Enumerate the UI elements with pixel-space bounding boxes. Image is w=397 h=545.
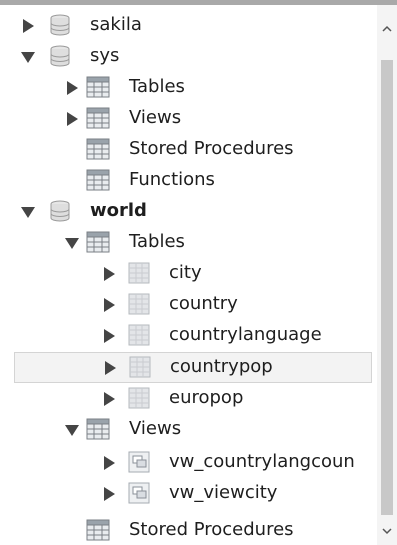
scroll-up-arrow-icon[interactable] (381, 23, 393, 35)
table-icon (129, 356, 151, 378)
table-label: countrypop (170, 356, 273, 377)
table-node[interactable]: europop (0, 383, 377, 414)
vertical-scrollbar[interactable] (377, 5, 397, 545)
sys-stored-procedures-node[interactable]: Stored Procedures (0, 134, 377, 165)
view-icon (128, 482, 150, 504)
expand-arrow-icon[interactable] (102, 329, 116, 343)
folder-grid-icon (86, 138, 110, 160)
collapse-arrow-icon[interactable] (65, 236, 79, 250)
schema-node-world[interactable]: world (0, 196, 377, 227)
folder-label: Stored Procedures (129, 519, 294, 540)
collapse-arrow-icon[interactable] (21, 50, 35, 64)
table-label: country (169, 293, 238, 314)
view-icon (128, 451, 150, 473)
schema-node-sakila[interactable]: sakila (0, 10, 377, 41)
database-icon (50, 200, 70, 222)
folder-grid-icon (86, 519, 110, 541)
schema-label-world: world (90, 200, 147, 221)
table-node[interactable]: countrylanguage (0, 320, 377, 351)
sys-functions-node[interactable]: Functions (0, 165, 377, 196)
view-node[interactable]: vw_viewcity (0, 478, 377, 509)
collapse-arrow-icon[interactable] (65, 423, 79, 437)
table-label: europop (169, 387, 244, 408)
table-label: city (169, 262, 202, 283)
table-icon (128, 387, 150, 409)
expand-arrow-icon[interactable] (103, 361, 117, 375)
schema-tree[interactable]: sakila sys Tables Views Stored Procedure… (0, 5, 377, 545)
view-label: vw_viewcity (169, 482, 278, 503)
table-icon (128, 293, 150, 315)
expand-arrow-icon[interactable] (65, 81, 79, 95)
scroll-down-arrow-icon[interactable] (381, 525, 393, 537)
expand-arrow-icon[interactable] (102, 456, 116, 470)
folder-label: Tables (129, 76, 185, 97)
expand-arrow-icon[interactable] (21, 19, 35, 33)
world-views-node[interactable]: Views (0, 414, 377, 445)
database-icon (50, 14, 70, 36)
table-node[interactable]: country (0, 289, 377, 320)
sys-views-node[interactable]: Views (0, 103, 377, 134)
view-label: vw_countrylangcoun (169, 451, 355, 472)
schema-node-sys[interactable]: sys (0, 41, 377, 72)
expand-arrow-icon[interactable] (102, 267, 116, 281)
table-label: countrylanguage (169, 324, 322, 345)
folder-grid-icon (86, 76, 110, 98)
folder-grid-icon (86, 107, 110, 129)
folder-label: Stored Procedures (129, 138, 294, 159)
folder-label: Tables (129, 231, 185, 252)
collapse-arrow-icon[interactable] (21, 205, 35, 219)
table-node-highlighted[interactable]: countrypop (14, 352, 372, 383)
folder-grid-icon (86, 418, 110, 440)
expand-arrow-icon[interactable] (102, 298, 116, 312)
table-icon (128, 324, 150, 346)
expand-arrow-icon[interactable] (102, 392, 116, 406)
view-node[interactable]: vw_countrylangcoun (0, 447, 377, 478)
schema-label-sys: sys (90, 45, 120, 66)
expand-arrow-icon[interactable] (102, 487, 116, 501)
sys-tables-node[interactable]: Tables (0, 72, 377, 103)
folder-label: Views (129, 418, 182, 439)
folder-grid-icon (86, 231, 110, 253)
folder-label: Functions (129, 169, 215, 190)
table-icon (128, 262, 150, 284)
database-icon (50, 45, 70, 67)
folder-label: Views (129, 107, 182, 128)
folder-grid-icon (86, 169, 110, 191)
scrollbar-thumb[interactable] (381, 60, 393, 515)
expand-arrow-icon[interactable] (65, 112, 79, 126)
world-tables-node[interactable]: Tables (0, 227, 377, 258)
schema-label-sakila: sakila (90, 14, 142, 35)
world-stored-procedures-node[interactable]: Stored Procedures (0, 515, 377, 545)
table-node[interactable]: city (0, 258, 377, 289)
